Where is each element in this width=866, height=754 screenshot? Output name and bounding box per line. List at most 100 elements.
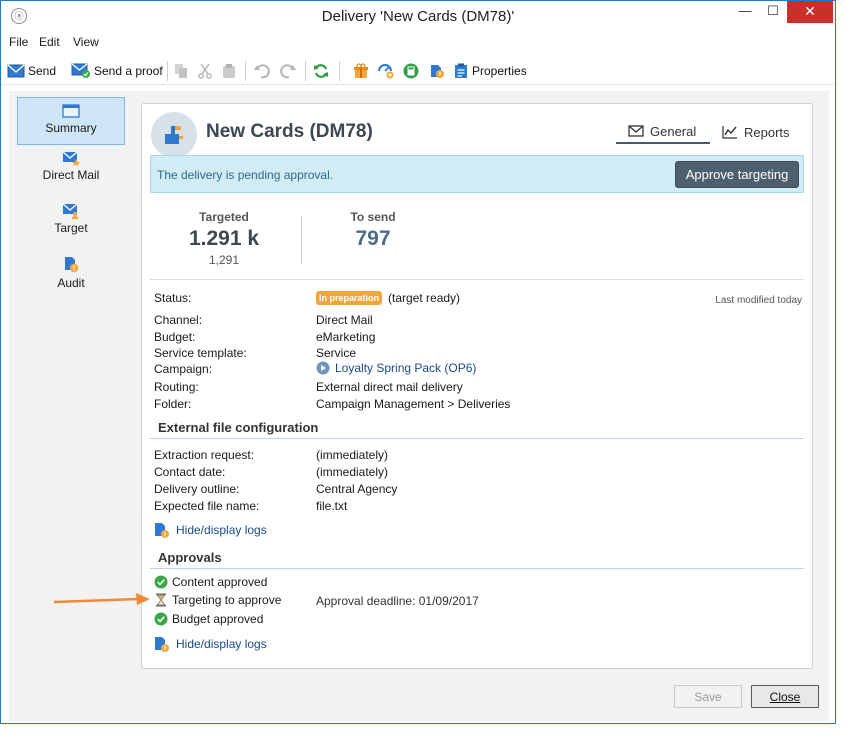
envelope-send-icon xyxy=(7,64,25,78)
page-title: New Cards (DM78) xyxy=(206,121,373,142)
approve-targeting-button[interactable]: Approve targeting xyxy=(675,161,799,188)
campaign-link[interactable]: Loyalty Spring Pack (OP6) xyxy=(316,361,476,375)
send-label: Send xyxy=(28,64,57,78)
status-text: (target ready) xyxy=(388,291,461,305)
tab-general-label: General xyxy=(650,123,697,139)
send-proof-label: Send a proof xyxy=(94,64,163,78)
close-button[interactable]: Close xyxy=(751,685,819,708)
gift-icon xyxy=(354,63,368,78)
tab-reports-label: Reports xyxy=(744,124,790,140)
section-divider xyxy=(150,438,804,439)
save-button[interactable]: Save xyxy=(674,685,742,708)
campaign-play-icon xyxy=(316,361,330,375)
status-label: Status: xyxy=(154,291,192,305)
hide-display-logs-link[interactable]: Hide/display logs xyxy=(154,635,267,653)
tracking-icon xyxy=(378,64,394,79)
field-label-expected-file-name: Expected file name: xyxy=(154,499,260,513)
section-title-approvals: Approvals xyxy=(158,550,222,565)
menu-view[interactable]: View xyxy=(73,35,99,49)
send-proof-button[interactable]: Send a proof xyxy=(71,61,163,81)
stat-targeted: Targeted 1.291 k 1,291 xyxy=(156,210,292,267)
check-circle-icon xyxy=(154,575,168,589)
approval-banner: The delivery is pending approval. Approv… xyxy=(150,155,804,193)
tab-reports[interactable]: Reports xyxy=(722,120,790,144)
sidebar-item-direct-mail[interactable]: Direct Mail xyxy=(17,150,125,198)
maximize-icon[interactable]: ☐ xyxy=(759,1,787,23)
refresh-button[interactable] xyxy=(313,61,332,81)
check-circle-icon xyxy=(154,612,168,626)
calculator-icon xyxy=(403,63,419,79)
calculator-button[interactable] xyxy=(403,61,422,81)
section-divider xyxy=(150,568,804,569)
redo-icon xyxy=(280,64,296,79)
stat-targeted-sub: 1,291 xyxy=(208,253,240,267)
approval-label: Content approved xyxy=(172,575,268,589)
field-value-budget: eMarketing xyxy=(316,330,376,344)
field-value-folder: Campaign Management > Deliveries xyxy=(316,397,511,411)
sidebar-item-label: Summary xyxy=(45,121,97,135)
menu-edit[interactable]: Edit xyxy=(39,35,60,49)
field-label-service-template: Service template: xyxy=(154,346,247,360)
log-icon xyxy=(155,523,169,538)
menu-file[interactable]: File xyxy=(9,35,28,49)
paste-button[interactable] xyxy=(221,61,240,81)
undo-button[interactable] xyxy=(253,61,274,81)
summary-icon xyxy=(62,104,80,118)
audit-button[interactable] xyxy=(429,61,448,81)
field-value-delivery-outline: Central Agency xyxy=(316,482,398,496)
field-value-extraction-request: (immediately) xyxy=(316,448,389,462)
field-label-contact-date: Contact date: xyxy=(154,465,226,479)
toolbar-separator xyxy=(167,61,168,81)
cut-button[interactable] xyxy=(197,61,216,81)
properties-label: Properties xyxy=(472,64,527,78)
line-chart-icon xyxy=(722,126,737,139)
field-value-service-template: Service xyxy=(316,346,357,360)
hide-display-logs-link[interactable]: Hide/display logs xyxy=(154,521,267,539)
approval-item-targeting: Targeting to approve xyxy=(154,593,281,607)
title-bar: ⓐ Delivery 'New Cards (DM78)' — ☐ ✕ xyxy=(1,1,835,31)
undo-icon xyxy=(254,64,270,79)
copy-button[interactable] xyxy=(173,61,192,81)
log-link-label: Hide/display logs xyxy=(176,637,267,651)
status-badge: In preparation xyxy=(316,291,383,305)
toolbar-separator xyxy=(245,61,246,81)
close-window-icon[interactable]: ✕ xyxy=(787,1,833,23)
offers-button[interactable] xyxy=(353,61,372,81)
redo-button[interactable] xyxy=(279,61,300,81)
hourglass-icon xyxy=(156,593,166,607)
banner-text: The delivery is pending approval. xyxy=(157,168,334,182)
log-link-label: Hide/display logs xyxy=(176,523,267,537)
minimize-icon[interactable]: — xyxy=(731,1,759,23)
sidebar-item-label: Target xyxy=(54,221,88,235)
audit-icon xyxy=(431,65,444,78)
stat-to-send: To send 797 xyxy=(318,210,428,251)
last-modified: Last modified today xyxy=(715,295,802,306)
send-button[interactable]: Send xyxy=(7,61,56,81)
window-title: Delivery 'New Cards (DM78)' xyxy=(321,8,515,25)
sidebar-item-audit[interactable]: Audit xyxy=(17,256,125,304)
stat-to-send-value: 797 xyxy=(355,227,391,250)
sidebar-item-summary[interactable]: Summary xyxy=(17,97,125,145)
sidebar-item-label: Direct Mail xyxy=(42,168,100,182)
envelope-icon xyxy=(628,125,644,137)
toolbar-separator xyxy=(339,61,340,81)
sidebar-item-label: Audit xyxy=(57,276,85,290)
stat-to-send-label: To send xyxy=(350,210,396,224)
field-label-routing: Routing: xyxy=(154,380,199,394)
field-label-delivery-outline: Delivery outline: xyxy=(154,482,240,496)
summary-panel: New Cards (DM78) General Reports The del… xyxy=(141,103,813,669)
tab-general[interactable]: General xyxy=(616,120,710,144)
toolbar: Send Send a proof Properties xyxy=(1,55,835,85)
annotation-arrow-icon xyxy=(54,593,150,605)
menu-bar: File Edit View xyxy=(1,32,835,52)
target-icon xyxy=(62,203,79,219)
sidebar-item-target[interactable]: Target xyxy=(17,203,125,251)
direct-mail-icon xyxy=(62,151,80,166)
approval-label: Targeting to approve xyxy=(172,593,282,607)
properties-button[interactable]: Properties xyxy=(453,61,527,81)
clipboard-icon xyxy=(455,63,467,78)
copy-icon xyxy=(175,64,187,78)
refresh-icon xyxy=(314,64,328,78)
field-label-folder: Folder: xyxy=(154,397,192,411)
tracking-button[interactable] xyxy=(377,61,398,81)
